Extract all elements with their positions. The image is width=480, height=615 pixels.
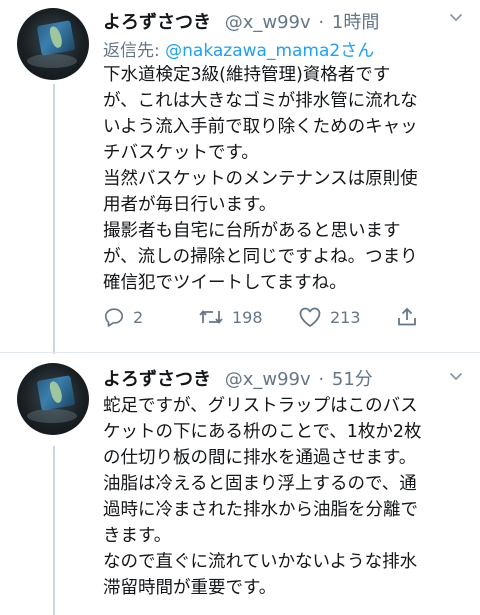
- text-line: 滞留時間が重要です。: [103, 578, 277, 598]
- tweet-text: 蛇足ですが、グリストラップはこのバス ケットの下にある枡のことで、1枚か2枚 の…: [103, 393, 473, 601]
- reply-to-handle[interactable]: @nakazawa_mama2さん: [165, 41, 374, 61]
- share-icon: [398, 307, 416, 326]
- text-line: 過時に冷まされた排水から油脂を分離で: [103, 500, 418, 520]
- text-line: チバスケットです。: [103, 143, 259, 163]
- like-button[interactable]: 213: [298, 306, 361, 328]
- text-line: 下水道検定3級(維持管理)資格者です: [103, 65, 391, 85]
- text-line: なので直ぐに流れていかないような排水: [103, 552, 418, 572]
- text-line: の仕切り板の間に排水を通過させます。: [103, 448, 417, 468]
- timestamp[interactable]: 1時間: [332, 12, 379, 33]
- reply-to-label: 返信先:: [103, 41, 166, 61]
- tweet-text: 下水道検定3級(維持管理)資格者です が、これは大きなゴミが排水管に流れな いよ…: [103, 62, 473, 296]
- reply-button[interactable]: 2: [103, 306, 143, 328]
- text-line: いよう流入手前で取り除くためのキャッ: [103, 117, 418, 137]
- reply-to: 返信先: @nakazawa_mama2さん: [103, 36, 374, 61]
- timestamp[interactable]: 51分: [332, 369, 373, 390]
- text-line: が、これは大きなゴミが排水管に流れな: [103, 91, 418, 111]
- avatar[interactable]: [17, 363, 89, 435]
- text-line: 当然バスケットのメンテナンスは原則使: [103, 169, 418, 189]
- user-handle[interactable]: @x_w99v: [225, 369, 311, 390]
- tweet[interactable]: よろずさつき @x_w99v · 51分 蛇足ですが、グリストラップはこのバス …: [0, 353, 480, 615]
- tweet[interactable]: よろずさつき @x_w99v · 1時間 返信先: @nakazawa_mama…: [0, 0, 480, 352]
- text-line: 蛇足ですが、グリストラップはこのバス: [103, 396, 418, 416]
- text-line: 撮影者も自宅に台所があると思います: [103, 221, 401, 241]
- retweet-count: 198: [232, 307, 263, 327]
- user-name[interactable]: よろずさつき: [103, 12, 211, 33]
- like-count: 213: [330, 307, 361, 327]
- text-line: 確信犯でツイートしてますね。: [103, 273, 347, 293]
- chevron-down-icon[interactable]: [448, 369, 464, 389]
- retweet-icon: [199, 310, 223, 324]
- avatar[interactable]: [17, 8, 89, 80]
- user-name[interactable]: よろずさつき: [103, 369, 211, 390]
- reply-icon: [104, 308, 124, 327]
- tweet-actions: 2 198 213: [103, 306, 473, 336]
- text-line: が、流しの掃除と同じですよね。つまり: [103, 247, 418, 267]
- text-line: 用者が毎日行います。: [103, 195, 277, 215]
- heart-icon: [299, 307, 321, 327]
- retweet-button[interactable]: 198: [198, 306, 263, 328]
- text-line: ケットの下にある枡のことで、1枚か2枚: [103, 422, 422, 442]
- separator-dot: ·: [318, 12, 325, 33]
- user-handle[interactable]: @x_w99v: [225, 12, 311, 33]
- text-line: きます。: [103, 526, 172, 546]
- reply-count: 2: [133, 307, 144, 327]
- tweet-header: よろずさつき @x_w99v · 51分: [103, 365, 373, 391]
- text-line: 油脂は冷えると固まり浮上するので、通: [103, 474, 417, 494]
- tweet-header: よろずさつき @x_w99v · 1時間: [103, 8, 379, 34]
- chevron-down-icon[interactable]: [448, 10, 464, 30]
- separator-dot: ·: [318, 369, 325, 390]
- share-button[interactable]: [396, 306, 418, 328]
